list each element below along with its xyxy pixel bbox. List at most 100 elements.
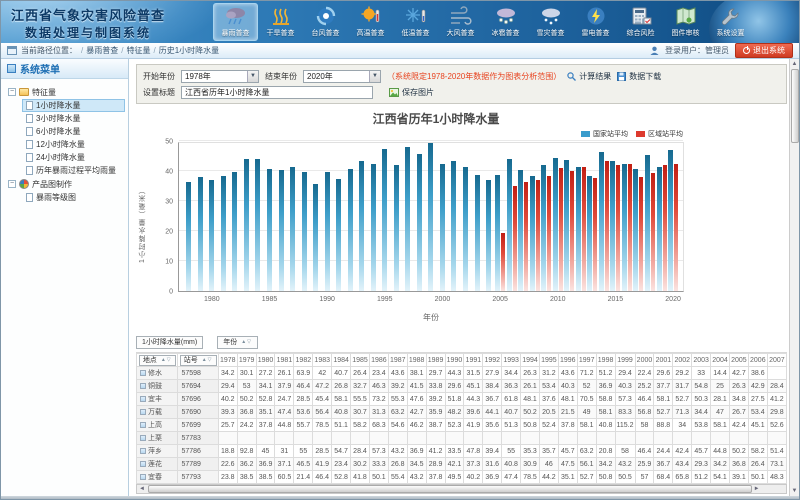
scroll-right-arrow-icon[interactable]: ► (752, 486, 762, 492)
toolbar-item-系统设置[interactable]: 系统设置 (708, 3, 753, 41)
year-header-1979[interactable]: 1979 (237, 354, 256, 367)
horizontal-scroll-thumb[interactable] (148, 485, 752, 493)
station-id-cell[interactable]: 57789 (178, 458, 218, 471)
bar-national-2012[interactable] (576, 167, 581, 292)
scroll-left-arrow-icon[interactable]: ◄ (137, 486, 147, 492)
year-header-2005[interactable]: 2005 (729, 354, 748, 367)
bar-national-1987[interactable] (290, 167, 295, 291)
station-id-cell[interactable]: 57690 (178, 406, 218, 419)
bar-national-2004[interactable] (486, 180, 491, 291)
bar-national-1982[interactable] (232, 172, 237, 291)
toolbar-item-雷电普查[interactable]: 雷电普查 (573, 3, 618, 41)
scroll-down-arrow-icon[interactable]: ▼ (792, 486, 798, 496)
legend-item-区域站平均[interactable]: 区域站平均 (636, 129, 683, 139)
year-header-2000[interactable]: 2000 (635, 354, 654, 367)
bar-regional-2006[interactable] (513, 186, 517, 291)
bar-regional-2007[interactable] (524, 182, 528, 292)
station-id-cell[interactable]: 57786 (178, 445, 218, 458)
bar-national-2019[interactable] (657, 167, 662, 292)
end-year-select[interactable]: 2020年▼ (303, 70, 381, 83)
station-name-cell[interactable]: 万载 (137, 406, 178, 419)
calculate-button[interactable]: 计算结果 (567, 71, 611, 82)
station-id-cell[interactable]: 57696 (178, 393, 218, 406)
bar-national-1978[interactable] (186, 182, 191, 292)
bar-regional-2015[interactable] (616, 165, 620, 291)
vertical-scroll-thumb[interactable] (791, 69, 799, 143)
station-name-cell[interactable]: 上栗 (137, 432, 178, 445)
year-header-1987[interactable]: 1987 (388, 354, 407, 367)
scroll-up-arrow-icon[interactable]: ▲ (792, 59, 798, 69)
bar-national-2016[interactable] (622, 164, 627, 292)
station-name-cell[interactable]: 宜丰 (137, 393, 178, 406)
year-header-1998[interactable]: 1998 (596, 354, 615, 367)
station-id-cell[interactable]: 57783 (178, 432, 218, 445)
station-name-cell[interactable]: 上高 (137, 419, 178, 432)
bar-national-1996[interactable] (394, 165, 399, 291)
year-header-1989[interactable]: 1989 (426, 354, 445, 367)
toolbar-item-干旱普查[interactable]: 干旱普查 (258, 3, 303, 41)
year-header-1980[interactable]: 1980 (256, 354, 275, 367)
bar-national-1989[interactable] (313, 184, 318, 291)
bar-regional-2019[interactable] (663, 165, 667, 291)
bar-national-1992[interactable] (348, 169, 353, 291)
logout-button[interactable]: 退出系统 (735, 43, 793, 58)
station-name-cell[interactable]: 莲花 (137, 458, 178, 471)
vertical-scrollbar[interactable]: ▲ ▼ (789, 59, 799, 496)
year-header-1999[interactable]: 1999 (615, 354, 635, 367)
bar-regional-2018[interactable] (651, 173, 655, 292)
bar-regional-2020[interactable] (674, 164, 678, 291)
bar-national-2006[interactable] (507, 159, 512, 291)
measure-field-button[interactable]: 1小时降水量(mm) (136, 336, 203, 349)
bar-national-2000[interactable] (440, 164, 445, 291)
year-header-1997[interactable]: 1997 (577, 354, 596, 367)
bar-national-1985[interactable] (267, 169, 272, 291)
tree-item-1小时降水量[interactable]: 1小时降水量 (22, 99, 125, 112)
bar-national-1980[interactable] (209, 180, 214, 291)
bar-national-1986[interactable] (279, 170, 284, 291)
year-header-2007[interactable]: 2007 (767, 354, 786, 367)
breadcrumb-item[interactable]: 特征量 (126, 46, 150, 55)
bar-regional-2014[interactable] (605, 161, 609, 292)
toolbar-item-图件审核[interactable]: 图件审核 (663, 3, 708, 41)
bar-national-1983[interactable] (244, 159, 249, 291)
breadcrumb-item[interactable]: 历史1小时降水量 (159, 46, 219, 55)
station-name-cell[interactable]: 萍乡 (137, 445, 178, 458)
toolbar-item-台风普查[interactable]: 台风普查 (303, 3, 348, 41)
station-id-cell[interactable]: 57694 (178, 380, 218, 393)
year-header-1978[interactable]: 1978 (218, 354, 237, 367)
station-id-cell[interactable]: 57793 (178, 471, 218, 484)
year-header-1990[interactable]: 1990 (445, 354, 464, 367)
tree-item-暴雨等级图[interactable]: 暴雨等级图 (22, 191, 125, 204)
year-header-1981[interactable]: 1981 (275, 354, 294, 367)
tree-item-历年暴雨过程平均雨量[interactable]: 历年暴雨过程平均雨量 (22, 164, 125, 177)
year-header-1992[interactable]: 1992 (483, 354, 502, 367)
year-header-1994[interactable]: 1994 (521, 354, 540, 367)
legend-item-国家站平均[interactable]: 国家站平均 (581, 129, 628, 139)
station-id-cell[interactable]: 57699 (178, 419, 218, 432)
tree-toggle-icon[interactable]: − (8, 88, 16, 96)
tree-item-6小时降水量[interactable]: 6小时降水量 (22, 125, 125, 138)
station-name-cell[interactable]: 修水 (137, 367, 178, 380)
year-header-1993[interactable]: 1993 (502, 354, 521, 367)
year-header-2002[interactable]: 2002 (673, 354, 692, 367)
download-button[interactable]: 数据下载 (617, 71, 661, 82)
chart-title-input[interactable]: 江西省历年1小时降水量 (181, 86, 373, 99)
bar-national-2009[interactable] (541, 165, 546, 291)
bar-national-2020[interactable] (668, 150, 673, 291)
year-header-2001[interactable]: 2001 (654, 354, 673, 367)
bar-regional-2013[interactable] (593, 178, 597, 291)
bar-national-1981[interactable] (221, 176, 226, 291)
bar-regional-2011[interactable] (570, 171, 574, 291)
year-header-2003[interactable]: 2003 (692, 354, 711, 367)
bar-national-2017[interactable] (633, 169, 638, 291)
bar-national-1997[interactable] (405, 147, 410, 291)
year-header-1985[interactable]: 1985 (351, 354, 370, 367)
bar-national-1988[interactable] (302, 172, 307, 291)
row-field-button-地点[interactable]: 地点▲▽ (139, 355, 176, 366)
tree-group-特征量[interactable]: −特征量 (4, 85, 125, 99)
tree-group-产品图制作[interactable]: −产品图制作 (4, 177, 125, 191)
bar-national-1979[interactable] (198, 177, 203, 291)
bar-national-2008[interactable] (530, 176, 535, 292)
bar-national-1990[interactable] (325, 172, 330, 291)
year-field-button[interactable]: 年份 ▲▽ (217, 336, 258, 349)
